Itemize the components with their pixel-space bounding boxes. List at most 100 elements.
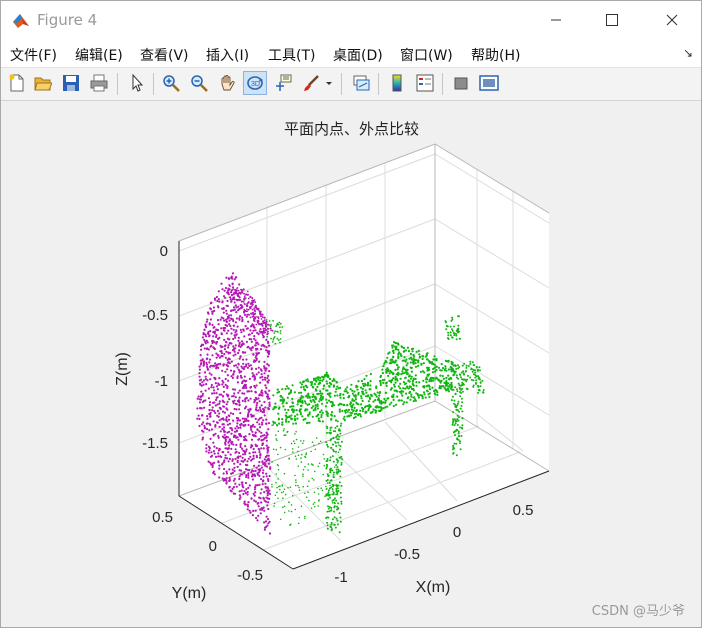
outlier-point xyxy=(361,387,364,390)
outlier-point xyxy=(285,402,288,405)
inlier-point xyxy=(203,426,207,429)
brush-dropdown-button[interactable] xyxy=(323,71,335,95)
inlier-point xyxy=(263,414,266,417)
outlier-point xyxy=(402,381,405,384)
data-cursor-button[interactable] xyxy=(271,71,295,95)
outlier-point xyxy=(276,391,279,394)
outlier-point xyxy=(412,387,415,391)
inlier-point xyxy=(240,343,244,346)
menu-insert[interactable]: 插入(I) xyxy=(206,45,249,65)
outlier-point xyxy=(304,456,307,459)
inlier-point xyxy=(207,397,211,400)
outlier-point xyxy=(276,388,279,391)
outlier-point xyxy=(316,385,319,388)
outlier-point xyxy=(311,385,314,389)
inlier-point xyxy=(242,420,245,424)
outlier-point xyxy=(338,531,341,534)
outlier-point xyxy=(423,393,426,396)
inlier-point xyxy=(229,285,232,287)
outlier-point xyxy=(441,374,444,378)
inlier-point xyxy=(223,352,226,356)
outlier-point xyxy=(340,502,343,505)
outlier-point xyxy=(282,506,284,509)
outlier-point xyxy=(450,370,453,373)
outlier-point xyxy=(279,518,282,521)
inlier-point xyxy=(220,393,223,396)
menu-window[interactable]: 窗口(W) xyxy=(400,45,453,65)
inlier-point xyxy=(204,325,207,328)
hide-plot-tools-button[interactable] xyxy=(449,71,473,95)
print-button[interactable] xyxy=(87,71,111,95)
new-figure-button[interactable] xyxy=(5,71,29,95)
inlier-point xyxy=(199,407,202,410)
inlier-point xyxy=(249,408,252,411)
inlier-point xyxy=(212,335,215,338)
inlier-point xyxy=(250,305,253,307)
outlier-point xyxy=(380,401,383,404)
menu-overflow-icon[interactable]: ↘ xyxy=(683,46,693,60)
show-plot-tools-button[interactable] xyxy=(477,71,501,95)
inlier-point xyxy=(238,317,241,320)
outlier-point xyxy=(294,508,297,511)
menu-help[interactable]: 帮助(H) xyxy=(471,45,520,65)
link-plot-button[interactable] xyxy=(349,71,373,95)
inlier-point xyxy=(218,412,221,415)
outlier-point xyxy=(308,413,311,416)
inlier-point xyxy=(205,450,208,453)
legend-button[interactable] xyxy=(413,71,437,95)
inlier-point xyxy=(231,468,234,471)
outlier-point xyxy=(396,395,399,398)
inlier-point xyxy=(226,358,229,361)
inlier-point xyxy=(215,342,218,345)
menu-file[interactable]: 文件(F) xyxy=(10,45,57,65)
outlier-point xyxy=(321,375,324,378)
inlier-point xyxy=(222,472,225,475)
outlier-point xyxy=(319,376,322,379)
inlier-point xyxy=(215,352,218,355)
inlier-point xyxy=(230,332,233,335)
menu-edit[interactable]: 编辑(E) xyxy=(75,45,123,65)
y-axis-label: Y(m) xyxy=(172,585,207,602)
outlier-point xyxy=(276,337,279,340)
inlier-point xyxy=(262,438,265,441)
outlier-point xyxy=(371,410,374,413)
outlier-point xyxy=(277,430,280,433)
outlier-point xyxy=(457,324,460,327)
close-button[interactable] xyxy=(649,1,695,39)
outlier-point xyxy=(458,410,461,413)
brush-button[interactable] xyxy=(299,71,323,95)
outlier-point xyxy=(330,431,332,434)
minimize-button[interactable] xyxy=(533,1,579,39)
inlier-point xyxy=(221,288,224,291)
inlier-point xyxy=(251,332,254,335)
menu-tools[interactable]: 工具(T) xyxy=(268,45,315,65)
outlier-point xyxy=(305,453,307,456)
maximize-button[interactable] xyxy=(589,1,635,39)
pan-button[interactable] xyxy=(215,71,239,95)
pointer-button[interactable] xyxy=(125,71,149,95)
axes-3d[interactable]: 0 -0.5 -1 -1.5 0.5 0 -0.5 -1 -0.5 0 0.5 … xyxy=(1,101,701,627)
inlier-point xyxy=(231,272,235,275)
outlier-point xyxy=(445,388,448,391)
outlier-point xyxy=(447,338,450,340)
menu-view[interactable]: 查看(V) xyxy=(140,45,189,65)
outlier-point xyxy=(405,364,408,367)
open-file-button[interactable] xyxy=(31,71,55,95)
zoom-out-button[interactable] xyxy=(187,71,211,95)
inlier-point xyxy=(210,451,213,454)
outlier-point xyxy=(407,379,410,382)
outlier-point xyxy=(338,435,341,438)
colorbar-button[interactable] xyxy=(385,71,409,95)
inlier-point xyxy=(208,361,211,364)
inlier-point xyxy=(245,474,248,477)
inlier-point xyxy=(221,399,224,402)
inlier-point xyxy=(254,443,257,446)
zoom-in-button[interactable] xyxy=(159,71,183,95)
inlier-point xyxy=(222,395,225,398)
rotate-3d-button[interactable]: 3D xyxy=(243,71,267,95)
inlier-point xyxy=(234,434,237,437)
save-button[interactable] xyxy=(59,71,83,95)
title-bar[interactable]: Figure 4 xyxy=(1,1,701,39)
menu-desktop[interactable]: 桌面(D) xyxy=(333,45,383,65)
inlier-point xyxy=(211,392,214,395)
